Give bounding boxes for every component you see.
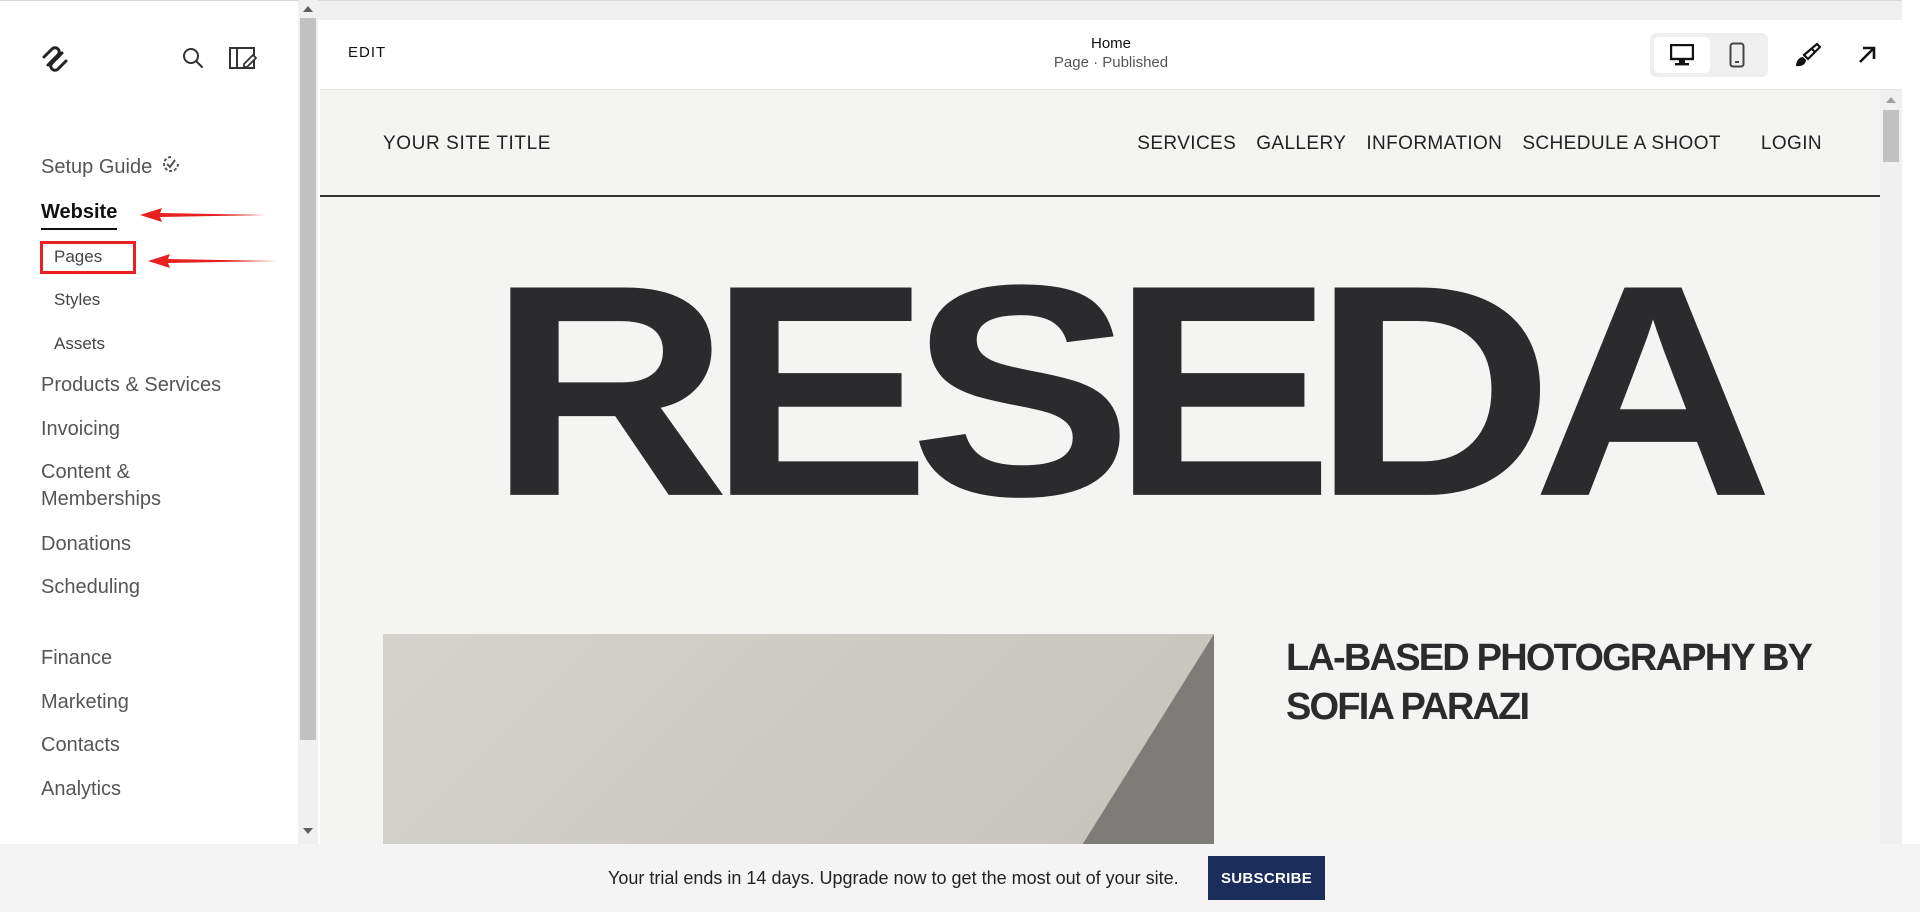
nav-donations[interactable]: Donations (41, 531, 131, 558)
nav-styles[interactable]: Styles (54, 289, 100, 311)
desktop-view-button[interactable] (1654, 37, 1710, 73)
desktop-icon (1670, 44, 1694, 66)
subscribe-button[interactable]: SUBSCRIBE (1208, 856, 1325, 900)
website-annotation-arrow (140, 208, 266, 222)
hero-image[interactable] (383, 634, 1214, 844)
pages-highlight-box (40, 241, 136, 274)
editor-frame-top (318, 0, 1920, 20)
arrow-up-right-icon (1859, 46, 1876, 63)
search-icon[interactable] (178, 43, 208, 73)
pages-annotation-arrow (148, 254, 278, 268)
nav-setup-guide-label: Setup Guide (41, 156, 153, 178)
nav-finance[interactable]: Finance (41, 645, 112, 672)
nav-website[interactable]: Website (41, 199, 118, 230)
device-toggle (1650, 33, 1768, 77)
mobile-view-button[interactable] (1710, 37, 1764, 73)
active-underline (41, 228, 118, 230)
tagline-heading[interactable]: LA-BASED PHOTOGRAPHY BY SOFIA PARAZI (1286, 634, 1826, 732)
site-preview[interactable]: YOUR SITE TITLE SERVICES GALLERY INFORMA… (320, 90, 1880, 844)
nav-contacts[interactable]: Contacts (41, 732, 120, 759)
sidebar-scroll-thumb[interactable] (300, 18, 316, 740)
editor-toolbar: EDIT Home Page · Published (320, 20, 1902, 90)
preview-scroll-thumb[interactable] (1883, 110, 1899, 162)
trial-banner: Your trial ends in 14 days. Upgrade now … (0, 844, 1920, 912)
trial-message: Your trial ends in 14 days. Upgrade now … (608, 868, 1179, 888)
nav-marketing[interactable]: Marketing (41, 689, 129, 716)
hero-heading[interactable]: RESEDA (320, 240, 1880, 542)
progress-ring-icon (162, 154, 180, 181)
design-button[interactable] (1790, 38, 1824, 72)
site-nav-information[interactable]: INFORMATION (1366, 133, 1502, 155)
right-gutter (1902, 0, 1920, 844)
header-divider (320, 195, 1880, 197)
squarespace-logo-icon[interactable] (40, 45, 70, 73)
nav-analytics[interactable]: Analytics (41, 776, 121, 803)
nav-products-services[interactable]: Products & Services (41, 372, 221, 399)
paintbrush-icon (1796, 42, 1821, 67)
site-nav-services[interactable]: SERVICES (1137, 133, 1236, 155)
site-navigation: SERVICES GALLERY INFORMATION SCHEDULE A … (1117, 133, 1822, 155)
site-nav-login[interactable]: LOGIN (1761, 133, 1822, 155)
nav-assets[interactable]: Assets (54, 333, 105, 355)
scroll-down-icon[interactable] (303, 828, 313, 834)
sidebar: Setup Guide Website Pages Styles Assets … (0, 0, 298, 844)
nav-content-memberships[interactable]: Content & Memberships (41, 459, 241, 513)
mobile-icon (1729, 42, 1745, 68)
preview-scrollbar[interactable] (1880, 90, 1902, 844)
site-nav-schedule[interactable]: SCHEDULE A SHOOT (1522, 133, 1721, 155)
scroll-up-icon[interactable] (303, 6, 313, 12)
nav-setup-guide[interactable]: Setup Guide (41, 154, 180, 181)
site-nav-gallery[interactable]: GALLERY (1256, 133, 1346, 155)
exit-editor-button[interactable] (1850, 38, 1884, 72)
layout-edit-icon[interactable] (226, 43, 260, 73)
nav-invoicing[interactable]: Invoicing (41, 416, 120, 443)
sidebar-scrollbar[interactable] (298, 0, 318, 844)
nav-website-label: Website (41, 201, 118, 223)
nav-scheduling[interactable]: Scheduling (41, 574, 140, 601)
image-shadow (1064, 634, 1214, 844)
site-title[interactable]: YOUR SITE TITLE (383, 133, 551, 155)
scroll-up-icon[interactable] (1886, 97, 1896, 103)
